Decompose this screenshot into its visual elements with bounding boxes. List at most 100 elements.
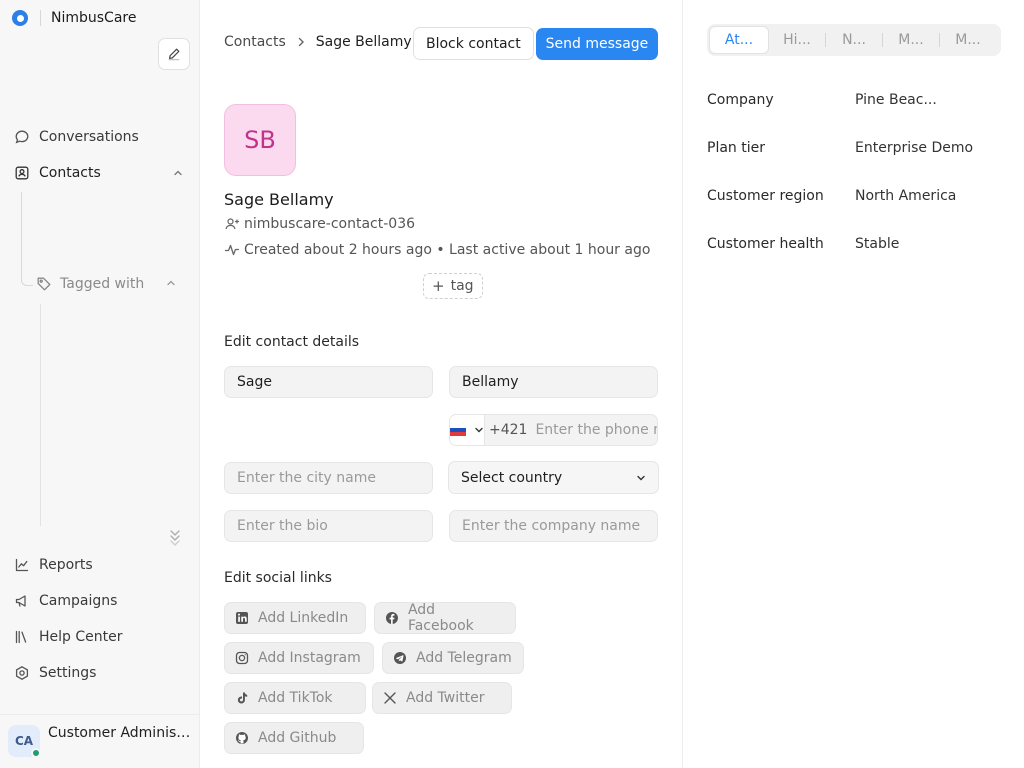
tab-attributes[interactable]: At... [709,26,769,54]
last-name-field[interactable]: Bellamy [449,366,658,398]
sidebar-item-label: Help Center [39,629,123,645]
brand-divider [40,10,41,26]
chat-bubble-icon [15,130,29,144]
sidebar-item-label: Reports [39,557,93,573]
sidebar-item-tagged-with[interactable]: Tagged with [36,274,144,294]
telegram-label: Add Telegram [416,650,512,666]
facebook-link-field[interactable]: Add Facebook [374,602,516,634]
megaphone-icon [15,595,26,607]
tab-m2[interactable]: M... [940,26,996,54]
tiktok-link-field[interactable]: Add TikTok [224,682,366,714]
instagram-icon [235,651,249,665]
compose-button[interactable] [158,38,190,70]
facebook-label: Add Facebook [407,602,474,634]
plus-icon: + [432,277,445,295]
chevron-down-icon [475,427,483,433]
attribute-row: Customer health Stable [707,234,1007,254]
twitter-label: Add Twitter [406,690,485,706]
phone-field[interactable]: +421 Enter the phone number [449,414,658,446]
instagram-link-field[interactable]: Add Instagram [224,642,374,674]
attribute-label: Plan tier [707,140,765,156]
chevron-right-icon [298,37,304,47]
tag-icon [37,277,51,291]
company-field[interactable]: Enter the company name [449,510,658,542]
add-tag-label: tag [450,278,474,294]
online-status-dot [31,748,41,758]
sidebar-item-settings[interactable]: Settings [14,662,96,684]
contact-handle-row: nimbuscare-contact-036 [224,216,415,232]
sidebar-item-label: Settings [39,665,97,681]
line-chart-icon [15,558,29,572]
pencil-icon [168,48,180,61]
tree-line [40,304,41,526]
phone-input[interactable]: Enter the phone number [535,422,657,438]
linkedin-link-field[interactable]: Add LinkedIn [224,602,366,634]
chevrons-down-icon[interactable] [168,528,182,546]
edit-contact-title: Edit contact details [224,334,360,350]
sidebar-item-conversations[interactable]: Conversations [14,126,139,148]
contact-activity-row: Created about 2 hours ago • Last active … [224,242,650,258]
tree-line [21,192,22,282]
sidebar-item-label: Conversations [39,129,139,145]
contact-handle: nimbuscare-contact-036 [244,216,416,232]
sidebar: NimbusCare Conversations Contacts Tagged… [0,0,200,768]
attribute-label: Company [707,92,774,108]
breadcrumb-contacts[interactable]: Contacts [224,34,286,50]
add-tag-button[interactable]: + tag [423,273,483,299]
side-panel-tabs: At... Hi... N... M... M... [707,24,1001,56]
chevron-up-icon[interactable] [172,168,184,178]
user-name: Customer Administrator [48,725,194,741]
country-select-value: Select country [461,469,563,486]
slovakia-flag-icon [450,424,466,436]
sidebar-item-label: Campaigns [39,593,118,609]
tab-notes[interactable]: N... [826,26,882,54]
sidebar-item-campaigns[interactable]: Campaigns [14,590,117,612]
telegram-link-field[interactable]: Add Telegram [382,642,524,674]
attribute-row: Customer region North America [707,186,1007,206]
chevron-up-icon[interactable] [165,278,177,288]
attribute-value[interactable]: Enterprise Demo [855,140,973,156]
instagram-label: Add Instagram [258,650,361,666]
github-icon [236,732,248,744]
country-code-select[interactable] [450,415,485,445]
user-menu[interactable]: CA Customer Administrator [0,714,200,768]
contact-main: Contacts Sage Bellamy Block contact Send… [200,0,682,768]
tagged-label: Tagged with [60,276,145,292]
city-field[interactable]: Enter the city name [224,462,433,494]
twitter-link-field[interactable]: Add Twitter [372,682,512,714]
linkedin-label: Add LinkedIn [258,610,349,626]
tiktok-label: Add TikTok [258,690,333,706]
github-label: Add Github [258,730,337,746]
telegram-icon [394,652,406,664]
x-twitter-icon [384,692,396,704]
phone-country-code: +421 [489,422,528,438]
contact-side-panel: At... Hi... N... M... M... Company Pine … [682,0,1024,768]
brand: NimbusCare [12,8,136,28]
breadcrumb: Contacts Sage Bellamy [224,34,412,50]
facebook-icon [385,612,398,624]
brand-logo-icon [12,10,28,26]
user-icon [225,218,240,230]
sidebar-item-help-center[interactable]: Help Center [14,626,123,648]
sidebar-item-contacts[interactable]: Contacts [14,162,101,184]
chevron-down-icon [637,475,645,480]
attribute-value[interactable]: Stable [855,236,899,252]
first-name-field[interactable]: Sage [224,366,433,398]
attribute-value[interactable]: North America [855,188,956,204]
tab-m1[interactable]: M... [883,26,939,54]
github-link-field[interactable]: Add Github [224,722,364,754]
attribute-label: Customer health [707,236,824,252]
send-message-button[interactable]: Send message [536,28,658,60]
edit-social-title: Edit social links [224,570,332,586]
bio-field[interactable]: Enter the bio [224,510,433,542]
contact-card-icon [15,166,29,180]
breadcrumb-current: Sage Bellamy [315,34,412,50]
attribute-value[interactable]: Pine Beac... [855,92,937,108]
tab-history[interactable]: Hi... [769,26,825,54]
sidebar-item-label: Contacts [39,165,101,181]
tree-elbow [21,276,33,286]
attribute-label: Customer region [707,188,824,204]
country-select[interactable]: Select country [448,461,659,494]
sidebar-item-reports[interactable]: Reports [14,554,93,576]
block-contact-button[interactable]: Block contact [413,27,534,60]
